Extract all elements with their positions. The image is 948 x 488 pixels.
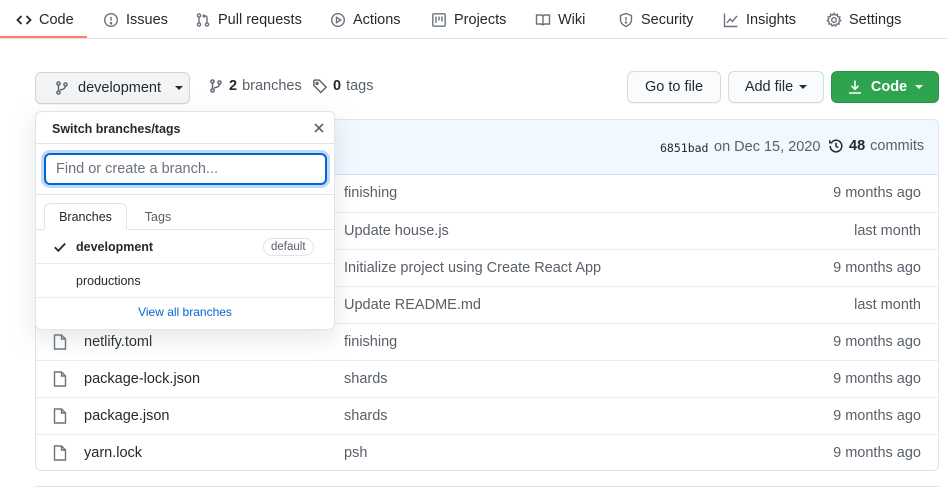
pull-request-icon — [195, 12, 211, 28]
file-row: package.json shards 9 months ago — [36, 397, 938, 434]
file-icon — [53, 334, 67, 350]
file-name-link[interactable]: package-lock.json — [84, 371, 200, 387]
file-name-link[interactable]: netlify.toml — [84, 334, 152, 350]
commit-message-link[interactable]: shards — [344, 371, 388, 387]
current-branch-label: development — [78, 80, 162, 96]
file-row: package-lock.json shards 9 months ago — [36, 360, 938, 397]
history-icon — [828, 138, 844, 154]
commit-age: 9 months ago — [833, 185, 921, 201]
branch-filter-input[interactable] — [44, 153, 327, 185]
file-icon — [53, 445, 67, 461]
repo-tab-nav: Code Issues Pull requests Actions Projec… — [0, 0, 948, 39]
branch-count: 2 — [229, 78, 238, 94]
tab-settings[interactable]: Settings — [826, 0, 901, 39]
active-tab-underline — [0, 36, 87, 38]
commit-message-link[interactable]: psh — [344, 445, 367, 461]
menu-title: Switch branches/tags — [52, 122, 181, 136]
readme-box-top-border — [35, 486, 939, 487]
tab-pull-requests[interactable]: Pull requests — [195, 0, 302, 39]
branch-menu-item-development[interactable]: development default — [36, 230, 334, 264]
tab-label: Issues — [126, 11, 168, 28]
commits-link[interactable]: 48 commits — [828, 138, 924, 154]
branch-switcher-menu: Switch branches/tags Branches Tags devel… — [35, 111, 335, 330]
file-icon — [53, 408, 67, 424]
tab-tags[interactable]: Tags — [129, 203, 187, 230]
tab-label: Security — [641, 11, 694, 28]
divider — [36, 194, 334, 195]
tab-label: Actions — [353, 11, 401, 28]
tab-branches[interactable]: Branches — [44, 203, 127, 230]
file-row: yarn.lock psh 9 months ago — [36, 434, 938, 470]
tab-insights[interactable]: Insights — [723, 0, 796, 39]
tab-security[interactable]: Security — [618, 0, 693, 39]
chevron-down-icon — [175, 86, 184, 90]
add-file-button[interactable]: Add file — [728, 71, 824, 103]
default-badge: default — [263, 238, 314, 256]
commit-count-label: commits — [870, 138, 925, 154]
tab-code[interactable]: Code — [16, 0, 74, 39]
chevron-down-icon — [799, 85, 808, 89]
gear-icon — [826, 11, 842, 28]
commit-message-link[interactable]: Update house.js — [344, 223, 449, 239]
commit-age: 9 months ago — [833, 445, 921, 461]
branch-icon — [54, 80, 78, 96]
issue-icon — [103, 12, 119, 28]
commit-message-link[interactable]: finishing — [344, 185, 397, 201]
check-icon — [53, 240, 67, 254]
commit-age: 9 months ago — [833, 260, 921, 276]
tags-link[interactable]: 0 tags — [312, 78, 374, 94]
tag-count-label: tags — [346, 78, 374, 94]
tab-label: Projects — [454, 11, 507, 28]
tab-label: Settings — [849, 11, 902, 28]
tag-count: 0 — [333, 78, 342, 94]
tab-projects[interactable]: Projects — [431, 0, 506, 39]
shield-icon — [618, 12, 634, 28]
play-icon — [330, 12, 346, 28]
branch-name: productions — [76, 274, 141, 288]
commit-date: on Dec 15, 2020 — [714, 139, 821, 155]
tab-label: Insights — [746, 11, 796, 28]
tab-label: Wiki — [558, 11, 586, 28]
close-icon[interactable] — [312, 121, 326, 135]
commit-count: 48 — [849, 138, 866, 154]
commit-sha-link[interactable]: 6851bad — [660, 141, 708, 155]
commit-message-link[interactable]: finishing — [344, 334, 397, 350]
file-name-link[interactable]: yarn.lock — [84, 445, 142, 461]
code-button-label: Code — [870, 79, 908, 95]
commit-age: 9 months ago — [833, 371, 921, 387]
branch-name: development — [76, 240, 154, 254]
file-icon — [53, 371, 67, 387]
tab-wiki[interactable]: Wiki — [535, 0, 585, 39]
branch-count-label: branches — [242, 78, 302, 94]
go-to-file-label: Go to file — [644, 79, 704, 95]
branch-select-button[interactable]: development — [35, 72, 190, 104]
tag-icon — [312, 78, 328, 94]
code-button[interactable]: Code — [831, 71, 939, 103]
branches-link[interactable]: 2 branches — [208, 78, 302, 94]
tab-issues[interactable]: Issues — [103, 0, 168, 39]
tab-actions[interactable]: Actions — [330, 0, 401, 39]
go-to-file-button[interactable]: Go to file — [627, 71, 721, 103]
book-icon — [535, 12, 551, 28]
file-name-link[interactable]: package.json — [84, 408, 169, 424]
commit-message-link[interactable]: shards — [344, 408, 388, 424]
project-icon — [431, 12, 447, 28]
add-file-label: Add file — [744, 79, 794, 95]
tab-label: Pull requests — [218, 11, 302, 28]
commit-age: last month — [854, 223, 921, 239]
tab-label: Code — [39, 11, 74, 28]
commit-message-link[interactable]: Initialize project using Create React Ap… — [344, 260, 601, 276]
graph-icon — [723, 12, 739, 28]
chevron-down-icon — [915, 85, 924, 89]
commit-message-link[interactable]: Update README.md — [344, 297, 481, 313]
commit-age: 9 months ago — [833, 334, 921, 350]
download-icon — [847, 79, 871, 95]
view-all-branches-link[interactable]: View all branches — [36, 305, 334, 319]
divider — [36, 143, 334, 144]
branch-icon — [208, 78, 224, 94]
code-icon — [16, 12, 32, 28]
branch-menu-item-productions[interactable]: productions — [36, 264, 334, 298]
commit-age: 9 months ago — [833, 408, 921, 424]
commit-age: last month — [854, 297, 921, 313]
